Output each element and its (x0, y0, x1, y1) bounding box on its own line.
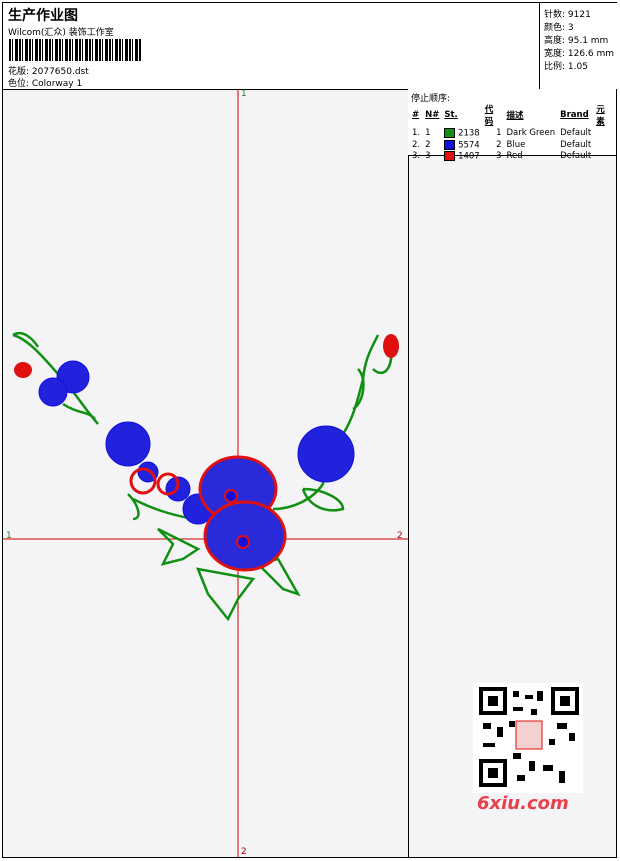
col-description: 描述 (506, 111, 524, 121)
row-stitches: 2138 (442, 128, 482, 140)
stitch-value: 5574 (458, 140, 480, 150)
row-index: 3. (412, 151, 421, 162)
table-row: 2. 2 5574 2 Blue Default (410, 139, 616, 152)
row-code: 3 (496, 151, 502, 162)
row-description: Red (506, 151, 523, 162)
axis-label-left: 1 (6, 531, 12, 541)
color-swatch (444, 128, 456, 138)
row-element (594, 128, 616, 140)
design-height: 高度: 95.1 mm (544, 36, 609, 46)
barcode (9, 39, 141, 61)
col-element: 元素 (596, 105, 605, 127)
color-swatch (444, 151, 456, 161)
studio-name: Wilcom(汇众) 装饰工作室 (8, 28, 114, 38)
stitch-value: 1407 (458, 151, 480, 162)
design-preview: 1 2 1 2 (3, 89, 409, 857)
row-stitches: 1407 (442, 151, 482, 163)
stop-sequence-panel: 停止顺序: # N# St. 代码 描述 Brand 元素 1. 1 2138 (408, 89, 616, 162)
header: 生产作业图 Wilcom(汇众) 装饰工作室 花版: 2077650.dst 色… (3, 3, 617, 90)
stats-panel: 针数: 9121 颜色: 3 高度: 95.1 mm 宽度: 126.6 mm … (539, 3, 617, 89)
row-description: Dark Green (506, 128, 556, 139)
col-index: # (412, 110, 420, 120)
row-element (594, 140, 616, 152)
row-number: 2 (425, 139, 431, 150)
design-width: 宽度: 126.6 mm (544, 49, 615, 59)
design-scale: 比例: 1.05 (544, 62, 588, 72)
color-count: 颜色: 3 (544, 23, 574, 33)
col-brand: Brand (560, 110, 589, 120)
col-number: N# (425, 110, 440, 120)
row-stitches: 5574 (442, 139, 482, 152)
qr-code (473, 683, 583, 793)
page-title: 生产作业图 (8, 8, 78, 24)
watermark: 6xiu.com (477, 793, 569, 814)
embroidery-preview (3, 89, 408, 857)
row-code: 2 (496, 139, 502, 150)
worksheet-frame: 生产作业图 Wilcom(汇众) 装饰工作室 花版: 2077650.dst 色… (2, 2, 617, 858)
colorway: 色位: Colorway 1 (8, 79, 83, 89)
col-stitches: St. (444, 110, 458, 120)
row-index: 2. (412, 139, 421, 150)
col-code: 代码 (484, 105, 494, 127)
row-brand: Default (560, 128, 592, 139)
row-number: 1 (425, 128, 431, 139)
axis-label-top: 1 (241, 89, 247, 99)
stitch-count: 针数: 9121 (544, 10, 591, 20)
row-element (594, 151, 616, 163)
table-row: 1. 1 2138 1 Dark Green Default (410, 128, 616, 140)
row-brand: Default (560, 139, 592, 150)
table-row: 3. 3 1407 3 Red Default (410, 151, 616, 163)
row-brand: Default (560, 151, 592, 162)
stitch-value: 2138 (458, 128, 480, 139)
row-description: Blue (506, 139, 526, 150)
row-code: 1 (496, 128, 502, 139)
row-number: 3 (425, 151, 431, 162)
axis-label-bottom: 2 (241, 847, 247, 857)
color-stop-table: # N# St. 代码 描述 Brand 元素 1. 1 2138 1 Dark… (410, 103, 616, 163)
color-swatch (444, 139, 456, 150)
row-index: 1. (412, 128, 421, 139)
axis-label-right: 2 (397, 531, 403, 541)
